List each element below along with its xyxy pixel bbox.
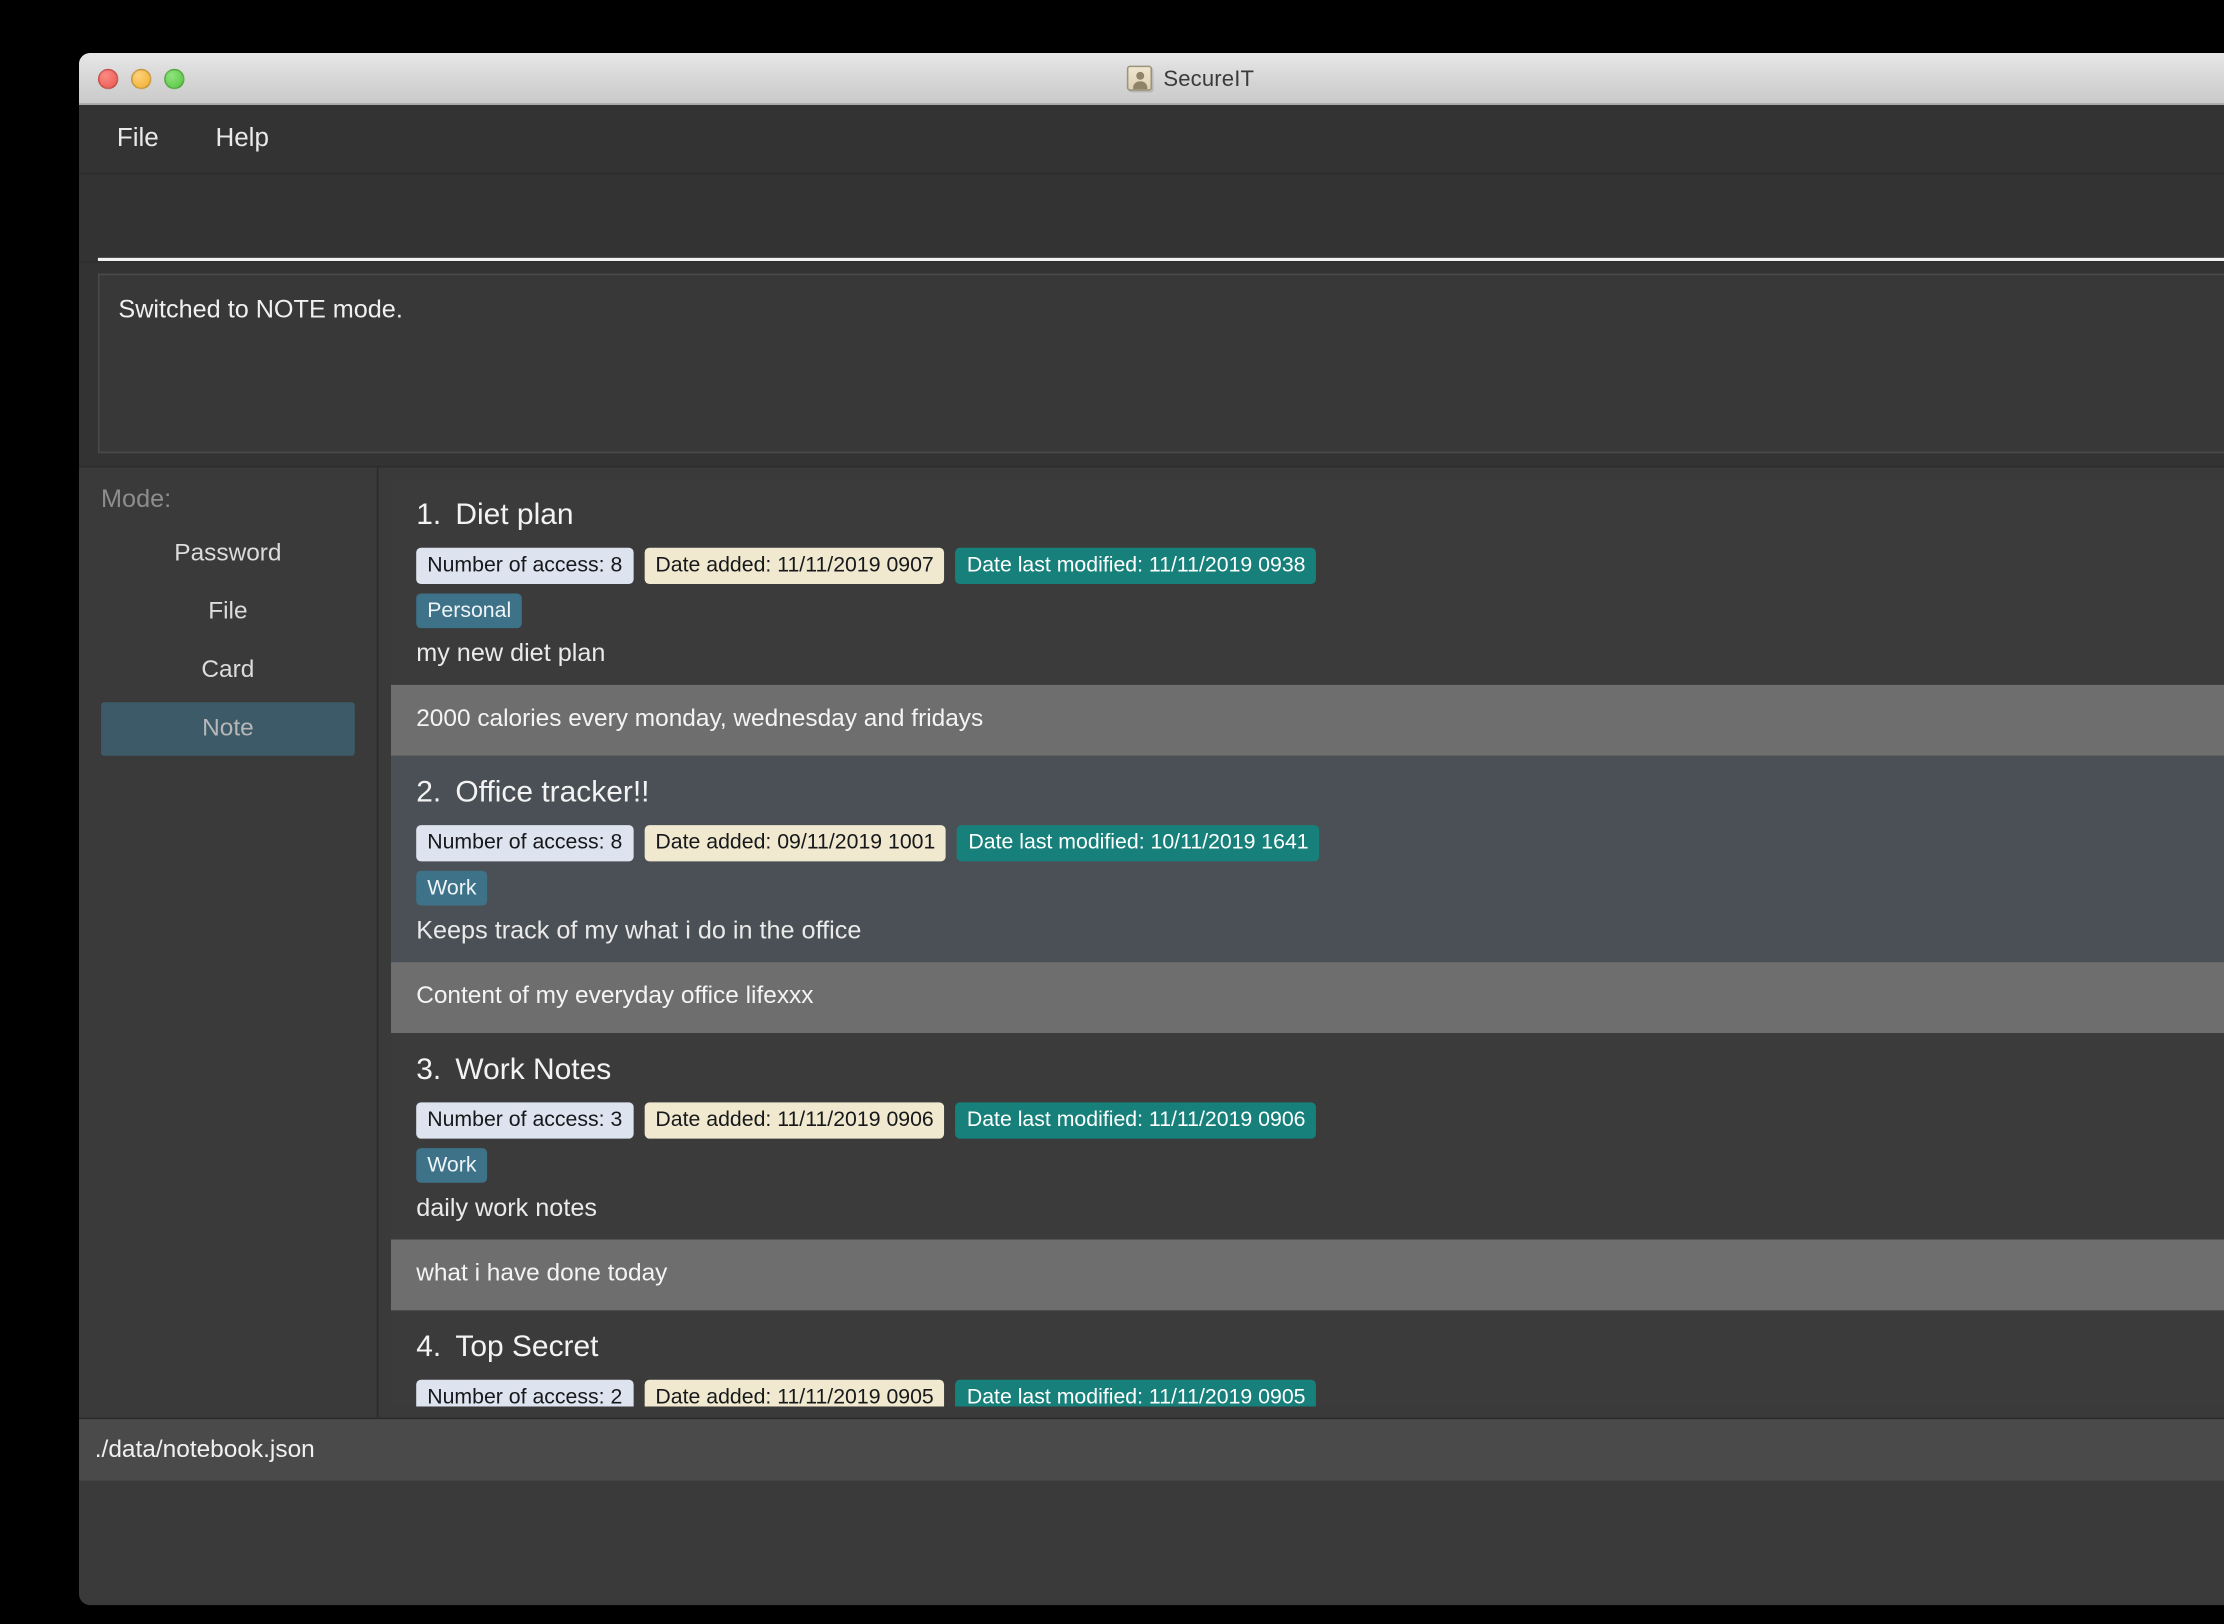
application-window: SecureIT File Help Switched to NOTE mode…	[79, 53, 2224, 1606]
note-tag: Work	[416, 870, 488, 906]
date-modified-badge: Date last modified: 10/11/2019 1641	[957, 825, 1320, 861]
message-text: Switched to NOTE mode.	[118, 297, 403, 325]
message-panel: Switched to NOTE mode.	[97, 273, 2224, 454]
sidebar-item-password[interactable]: Password	[101, 527, 355, 581]
date-added-badge: Date added: 11/11/2019 0906	[644, 1102, 945, 1138]
access-count-badge: Number of access: 8	[416, 547, 634, 584]
note-tag-row: Work	[416, 870, 2224, 906]
note-header: 4. Top Secret Number of access: 2 Date ad…	[391, 1311, 2224, 1407]
note-description: Keeps track of my what i do in the offic…	[416, 918, 862, 945]
date-added-badge: Date added: 11/11/2019 0905	[644, 1379, 945, 1407]
note-badge-row: Number of access: 8 Date added: 09/11/20…	[416, 825, 2224, 861]
note-header: 1. Diet plan Number of access: 8 Date add…	[391, 478, 2224, 684]
date-modified-badge: Date last modified: 11/11/2019 0906	[955, 1102, 1317, 1138]
menu-bar: File Help	[79, 104, 2224, 175]
minimize-button[interactable]	[130, 67, 152, 89]
note-tag-row: Personal	[416, 592, 2224, 629]
title-bar: SecureIT	[79, 53, 2224, 105]
note-badge-row: Number of access: 3 Date added: 11/11/20…	[416, 1102, 2224, 1138]
menu-item-help[interactable]: Help	[204, 119, 280, 158]
list-item[interactable]: 4. Top Secret Number of access: 2 Date ad…	[390, 1310, 2224, 1407]
status-bar: ./data/notebook.json	[79, 1417, 2224, 1481]
note-content: 2000 calories every monday, wednesday an…	[390, 684, 2224, 756]
note-index: 3.	[416, 1053, 442, 1087]
date-modified-badge: Date last modified: 11/11/2019 0938	[955, 547, 1317, 584]
note-title-text: Office tracker!!	[455, 776, 650, 810]
note-content: Content of my everyday office lifexxx	[390, 962, 2224, 1034]
access-count-badge: Number of access: 3	[416, 1102, 634, 1138]
search-strip	[79, 174, 2224, 263]
close-button[interactable]	[97, 67, 119, 89]
note-title-text: Work Notes	[455, 1053, 612, 1087]
window-title-group: SecureIT	[79, 65, 2224, 91]
sidebar: Mode: Password File Card Note	[79, 467, 379, 1418]
notes-list-outer: 1. Diet plan Number of access: 8 Date add…	[378, 467, 2224, 1418]
note-title-text: Diet plan	[455, 498, 574, 533]
mode-label: Mode:	[101, 486, 172, 514]
body-split: Mode: Password File Card Note 1. Diet pla…	[79, 465, 2224, 1418]
note-badge-row: Number of access: 8 Date added: 11/11/20…	[416, 547, 2224, 584]
note-index: 2.	[416, 776, 442, 810]
sidebar-item-file[interactable]: File	[101, 586, 355, 640]
notes-list[interactable]: 1. Diet plan Number of access: 8 Date add…	[390, 478, 2224, 1407]
note-title: 2. Office tracker!!	[416, 776, 2224, 811]
note-title: 4. Top Secret	[416, 1331, 2224, 1366]
contact-card-icon	[1127, 65, 1153, 91]
search-input[interactable]	[97, 188, 2224, 261]
note-description: daily work notes	[416, 1195, 597, 1223]
note-index: 4.	[416, 1331, 442, 1365]
access-count-badge: Number of access: 8	[416, 825, 634, 861]
list-item[interactable]: 1. Diet plan Number of access: 8 Date add…	[390, 478, 2224, 756]
note-tag-row: Work	[416, 1147, 2224, 1183]
list-item[interactable]: 2. Office tracker!! Number of access: 8 D…	[390, 755, 2224, 1034]
menu-item-file[interactable]: File	[106, 119, 170, 158]
note-title: 1. Diet plan	[416, 499, 2224, 534]
status-file-path: ./data/notebook.json	[94, 1435, 315, 1463]
date-added-badge: Date added: 09/11/2019 1001	[644, 825, 947, 861]
note-content: what i have done today	[390, 1239, 2224, 1311]
list-item[interactable]: 3. Work Notes Number of access: 3 Date ad…	[390, 1033, 2224, 1311]
note-title: 3. Work Notes	[416, 1054, 2224, 1089]
traffic-light-group	[97, 67, 185, 89]
search-input-value	[98, 209, 104, 237]
sidebar-item-note[interactable]: Note	[101, 702, 355, 756]
note-tag: Personal	[416, 592, 523, 629]
note-tag: Work	[416, 1147, 488, 1183]
sidebar-item-card[interactable]: Card	[101, 644, 355, 698]
note-title-text: Top Secret	[455, 1331, 599, 1365]
window-title: SecureIT	[1163, 65, 1255, 91]
note-description: my new diet plan	[416, 640, 606, 668]
date-added-badge: Date added: 11/11/2019 0907	[644, 547, 945, 584]
note-header: 3. Work Notes Number of access: 3 Date ad…	[391, 1033, 2224, 1239]
date-modified-badge: Date last modified: 11/11/2019 0905	[955, 1379, 1317, 1407]
maximize-button[interactable]	[164, 67, 185, 89]
access-count-badge: Number of access: 2	[416, 1379, 634, 1407]
message-wrapper: Switched to NOTE mode.	[79, 262, 2224, 466]
note-header: 2. Office tracker!! Number of access: 8 D…	[391, 756, 2224, 962]
note-index: 1.	[416, 498, 442, 533]
note-badge-row: Number of access: 2 Date added: 11/11/20…	[416, 1379, 2224, 1407]
